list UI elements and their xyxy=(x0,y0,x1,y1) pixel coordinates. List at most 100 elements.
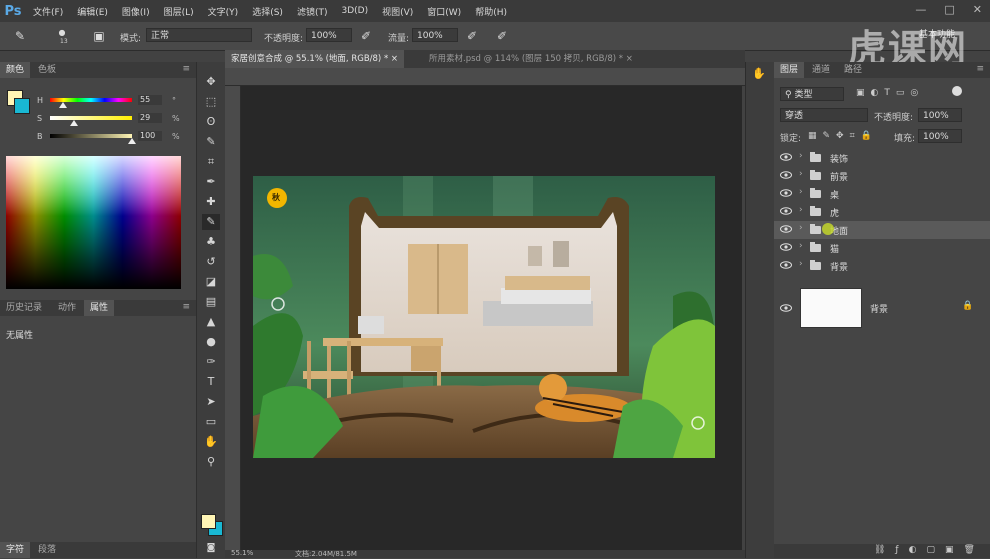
chevron-right-icon[interactable]: › xyxy=(799,151,803,161)
layer-row[interactable]: › 前景 xyxy=(774,167,990,185)
close-icon[interactable]: × xyxy=(626,54,633,64)
hand-panel-icon[interactable]: ✋ xyxy=(750,66,768,82)
tab-history[interactable]: 历史记录 xyxy=(0,300,48,316)
dodge-tool-icon[interactable]: ● xyxy=(202,334,220,350)
menu-filter[interactable]: 滤镜(T) xyxy=(290,5,335,18)
color-spectrum[interactable] xyxy=(6,156,181,289)
eyedropper-tool-icon[interactable]: ✒ xyxy=(202,174,220,190)
shape-tool-icon[interactable]: ▭ xyxy=(202,414,220,430)
eye-icon[interactable] xyxy=(780,261,792,269)
eye-icon[interactable] xyxy=(780,189,792,197)
hand-tool-icon[interactable]: ✋ xyxy=(202,434,220,450)
eye-icon[interactable] xyxy=(780,243,792,251)
doc-tab-active[interactable]: 家居创意合成 @ 55.1% (地面, RGB/8) * × xyxy=(225,50,405,68)
panel-menu-icon[interactable]: ≡ xyxy=(182,64,190,74)
menu-image[interactable]: 图像(I) xyxy=(115,5,157,18)
layers-menu-icon[interactable]: ≡ xyxy=(976,64,984,74)
layer-row[interactable]: › 装饰 xyxy=(774,149,990,167)
eye-icon[interactable] xyxy=(780,171,792,179)
fill-input[interactable]: 100% xyxy=(918,129,962,143)
eye-icon[interactable] xyxy=(780,304,792,312)
quick-mask-icon[interactable]: ◙ xyxy=(202,540,220,556)
zoom-level[interactable]: 55.1% xyxy=(231,549,253,557)
foreground-color-swatch[interactable] xyxy=(201,514,216,529)
zoom-tool-icon[interactable]: ⚲ xyxy=(202,454,220,470)
tab-paragraph[interactable]: 段落 xyxy=(32,542,62,558)
pen-tool-icon[interactable]: ✑ xyxy=(202,354,220,370)
blur-tool-icon[interactable]: ▲ xyxy=(202,314,220,330)
maximize-icon[interactable]: □ xyxy=(944,3,954,16)
tab-character[interactable]: 字符 xyxy=(0,542,31,558)
layer-row[interactable]: › 猫 xyxy=(774,239,990,257)
chevron-right-icon[interactable]: › xyxy=(799,169,803,179)
chevron-right-icon[interactable]: › xyxy=(799,205,803,215)
close-icon[interactable]: × xyxy=(391,54,398,64)
h-value[interactable]: 55 xyxy=(138,95,162,105)
filter-icons[interactable]: ▣◐T▭◎ xyxy=(856,88,924,98)
brightness-slider-handle[interactable] xyxy=(128,138,136,144)
brush-tool-icon[interactable]: ✎ xyxy=(12,28,28,44)
filter-toggle-icon[interactable] xyxy=(952,86,962,96)
background-layer-row[interactable]: 背景 🔒 xyxy=(774,286,990,330)
tab-swatches[interactable]: 色板 xyxy=(32,62,62,78)
menu-view[interactable]: 视图(V) xyxy=(375,5,420,18)
layer-opacity-input[interactable]: 100% xyxy=(918,108,962,122)
pressure-opacity-icon[interactable]: ✐ xyxy=(358,28,374,44)
close-icon[interactable]: ✕ xyxy=(973,3,982,16)
brightness-slider[interactable] xyxy=(50,134,132,138)
eye-icon[interactable] xyxy=(780,207,792,215)
eraser-tool-icon[interactable]: ◪ xyxy=(202,274,220,290)
move-tool-icon[interactable]: ✥ xyxy=(202,74,220,90)
menu-3d[interactable]: 3D(D) xyxy=(334,6,375,16)
eye-icon[interactable] xyxy=(780,225,792,233)
tab-layers[interactable]: 图层 xyxy=(774,62,805,78)
blend-mode-select[interactable]: 穿透 xyxy=(780,108,868,122)
lasso-tool-icon[interactable]: ʘ xyxy=(202,114,220,130)
brush-tool-icon[interactable]: ✎ xyxy=(202,214,220,230)
document-artwork[interactable]: 秋 xyxy=(253,176,715,458)
saturation-slider[interactable] xyxy=(50,116,132,120)
pressure-size-icon[interactable]: ✐ xyxy=(494,28,510,44)
crop-tool-icon[interactable]: ⌗ xyxy=(202,154,220,170)
layers-footer-icons[interactable]: ⛓ƒ◐▢▣🗑 xyxy=(874,545,985,555)
lock-icons[interactable]: ▦✎✥⌗🔒 xyxy=(808,131,878,141)
saturation-slider-handle[interactable] xyxy=(69,120,78,126)
chevron-right-icon[interactable]: › xyxy=(799,241,803,251)
marquee-tool-icon[interactable]: ⬚ xyxy=(202,94,220,110)
quick-select-tool-icon[interactable]: ✎ xyxy=(202,134,220,150)
menu-help[interactable]: 帮助(H) xyxy=(468,5,514,18)
path-select-tool-icon[interactable]: ➤ xyxy=(202,394,220,410)
menu-edit[interactable]: 编辑(E) xyxy=(70,5,115,18)
chevron-right-icon[interactable]: › xyxy=(799,223,803,233)
airbrush-icon[interactable]: ✐ xyxy=(464,28,480,44)
chevron-right-icon[interactable]: › xyxy=(799,187,803,197)
layer-row[interactable]: › 桌 xyxy=(774,185,990,203)
history-brush-tool-icon[interactable]: ↺ xyxy=(202,254,220,270)
healing-tool-icon[interactable]: ✚ xyxy=(202,194,220,210)
background-swatch[interactable] xyxy=(14,98,30,114)
mode-select[interactable]: 正常 xyxy=(146,28,252,42)
menu-window[interactable]: 窗口(W) xyxy=(420,5,468,18)
brush-panel-icon[interactable]: ▣ xyxy=(91,28,107,44)
properties-menu-icon[interactable]: ≡ xyxy=(182,302,190,312)
tab-channels[interactable]: 通道 xyxy=(806,62,836,78)
gradient-tool-icon[interactable]: ▤ xyxy=(202,294,220,310)
tab-properties[interactable]: 属性 xyxy=(84,300,115,316)
tab-actions[interactable]: 动作 xyxy=(52,300,82,316)
layer-row[interactable]: › 虎 xyxy=(774,203,990,221)
layer-row-selected[interactable]: › 地面 xyxy=(774,221,990,239)
tab-color[interactable]: 颜色 xyxy=(0,62,31,78)
b-value[interactable]: 100 xyxy=(138,131,162,141)
minimize-icon[interactable]: — xyxy=(915,3,926,16)
s-value[interactable]: 29 xyxy=(138,113,162,123)
doc-tab-inactive[interactable]: 所用素材.psd @ 114% (图层 150 拷贝, RGB/8) * × xyxy=(423,50,639,68)
layer-row[interactable]: › 背景 xyxy=(774,257,990,275)
menu-select[interactable]: 选择(S) xyxy=(245,5,290,18)
type-tool-icon[interactable]: T xyxy=(202,374,220,390)
menu-file[interactable]: 文件(F) xyxy=(26,5,70,18)
menu-layer[interactable]: 图层(L) xyxy=(157,5,201,18)
hue-slider-handle[interactable] xyxy=(58,102,67,108)
flow-input[interactable]: 100% xyxy=(412,28,458,42)
opacity-input[interactable]: 100% xyxy=(306,28,352,42)
layer-filter-select[interactable]: ⚲ 类型 xyxy=(780,87,844,101)
